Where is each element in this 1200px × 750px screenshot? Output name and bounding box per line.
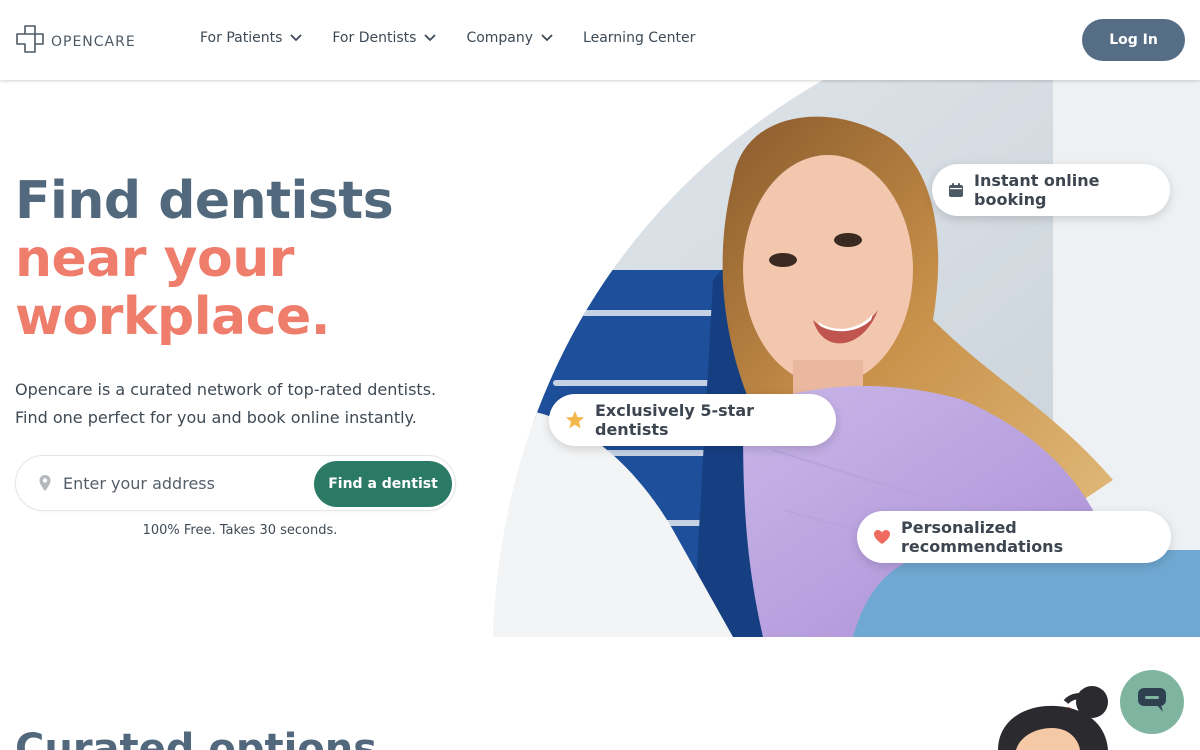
hero-subtitle-line2: Find one perfect for you and book online… [15,408,417,427]
heart-icon [873,529,891,545]
hero-subtitle: Opencare is a curated network of top-rat… [15,376,455,432]
badge-label: Personalized recommendations [901,518,1064,556]
nav-learning-center[interactable]: Learning Center [583,30,695,46]
address-input[interactable] [63,468,303,498]
hero-title-line2: near your [15,229,294,289]
nav-for-dentists[interactable]: For Dentists [332,30,437,46]
badge-label: Instant online booking [974,171,1100,209]
login-button[interactable]: Log In [1082,19,1185,61]
site-header: OPENCARE For Patients For Dentists Compa… [0,0,1200,80]
badge-instant-booking: Instant online booking [932,164,1170,216]
free-note: 100% Free. Takes 30 seconds. [142,523,338,538]
badge-personalized: Personalized recommendations [857,511,1171,563]
main-nav: For Patients For Dentists Company Learni… [200,30,725,46]
chevron-down-icon [541,30,553,46]
character-illustration [996,684,1120,750]
address-search: Find a dentist [15,455,456,511]
nav-label: Learning Center [583,30,696,46]
nav-label: For Patients [200,30,283,46]
calendar-icon [948,182,964,198]
chevron-down-icon [424,30,437,46]
chat-icon [1137,687,1167,718]
logo[interactable]: OPENCARE [15,24,136,59]
hero-title-line1: Find dentists [15,171,394,231]
hero-subtitle-line1: Opencare is a curated network of top-rat… [15,380,437,399]
location-pin-icon [38,474,52,497]
hero-title: Find dentists near your workplace. [15,171,394,347]
nav-label: For Dentists [332,30,417,46]
badge-five-star: Exclusively 5-star dentists [549,394,836,446]
nav-company[interactable]: Company [466,30,553,46]
hero-title-line3: workplace. [15,287,330,347]
chat-button[interactable] [1120,670,1184,734]
find-dentist-button[interactable]: Find a dentist [314,461,452,507]
nav-label: Company [466,30,534,46]
chevron-down-icon [290,30,303,46]
logo-cross-icon [15,24,45,59]
star-icon [565,410,585,430]
nav-for-patients[interactable]: For Patients [200,30,303,46]
section-title: Curated options [15,726,378,750]
logo-text: OPENCARE [51,33,136,50]
badge-label: Exclusively 5-star dentists [595,401,755,439]
